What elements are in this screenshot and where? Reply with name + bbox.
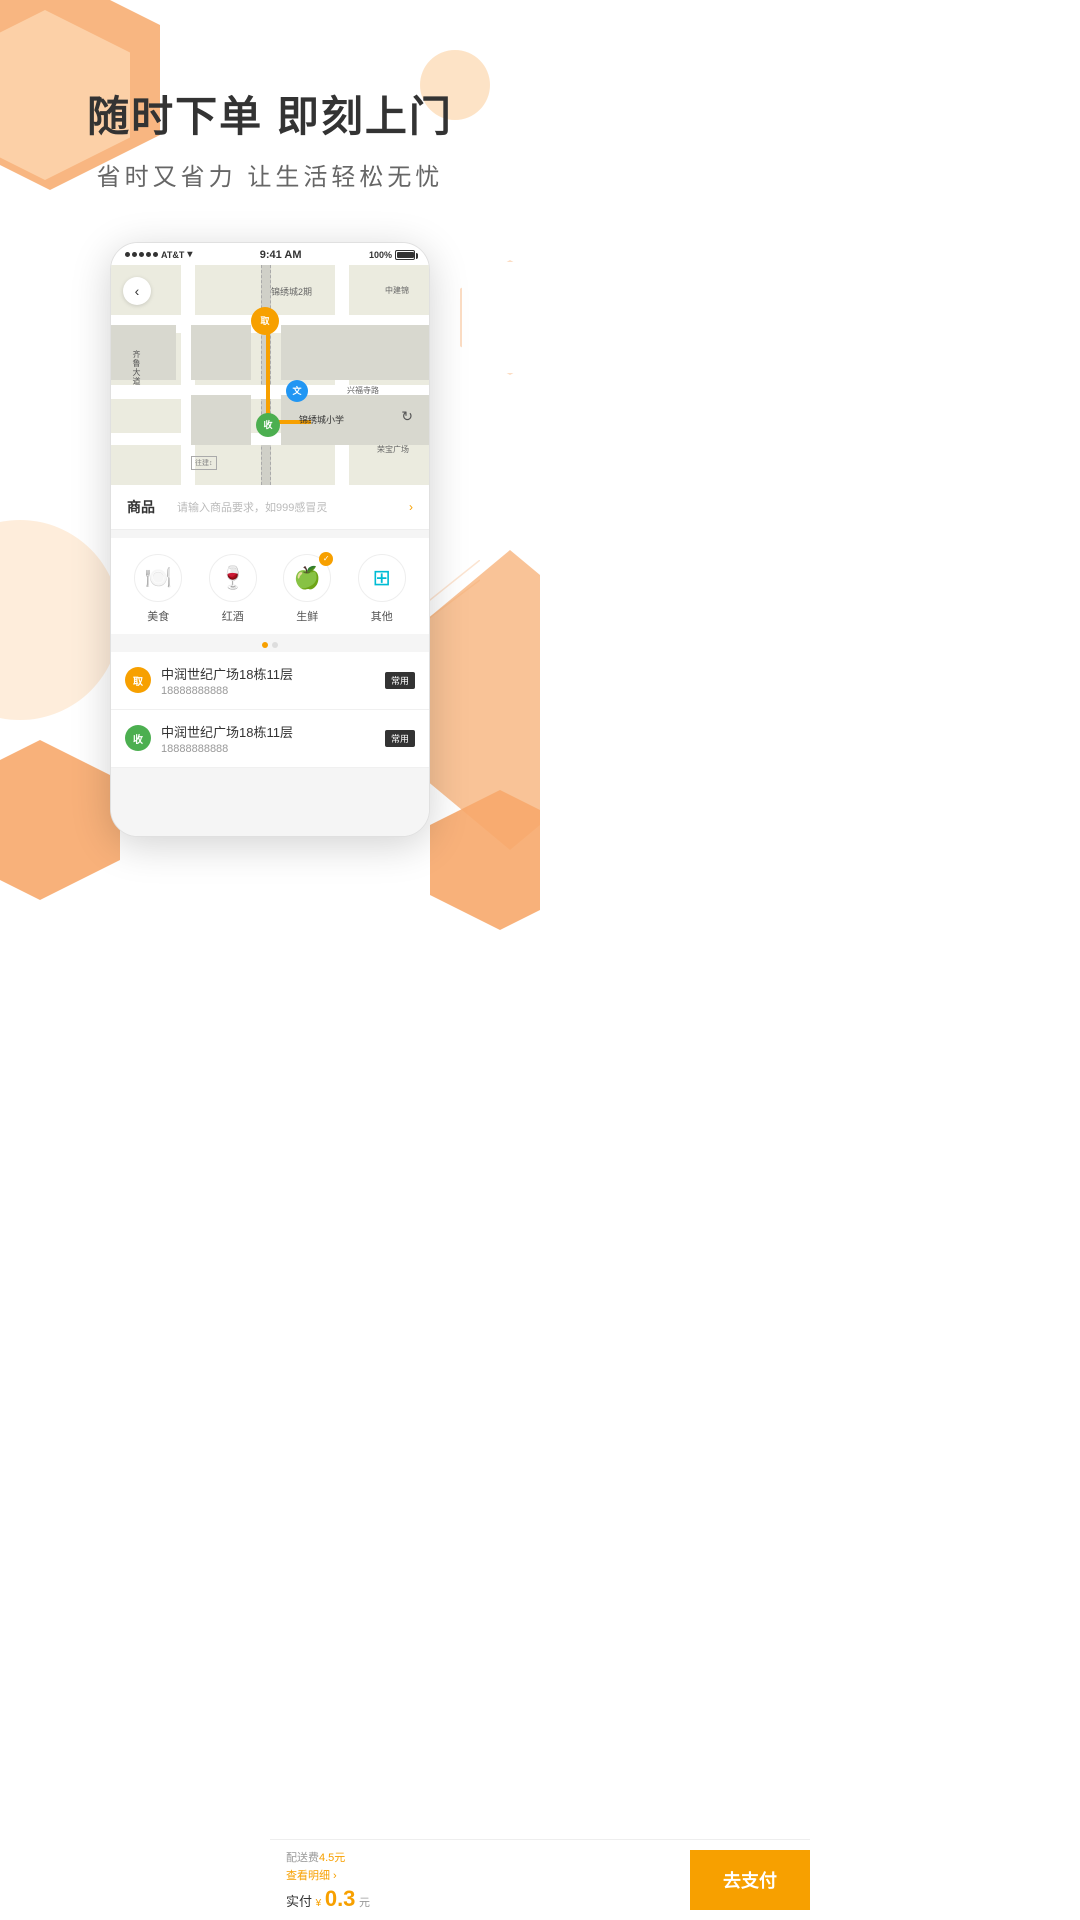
category-hongjiu-label: 红酒 xyxy=(222,608,244,624)
main-content: 随时下单 即刻上门 省时又省力 让生活轻松无忧 AT&T ▾ xyxy=(0,0,540,837)
category-other-icon: ⊞ xyxy=(373,565,391,591)
pickup-pin: 取 xyxy=(251,307,279,335)
pickup-address-main: 中润世纪广场18栋11层 xyxy=(161,664,385,683)
status-time: 9:41 AM xyxy=(260,249,302,261)
status-bar: AT&T ▾ 9:41 AM 100% xyxy=(111,243,429,265)
hero-title: 随时下单 即刻上门 xyxy=(60,90,480,145)
map-block-2 xyxy=(111,325,176,380)
signal-dot-4 xyxy=(146,252,151,257)
status-left: AT&T ▾ xyxy=(125,249,192,260)
map-block-1 xyxy=(191,325,251,380)
category-shengxian[interactable]: 🍏 ✓ 生鲜 xyxy=(277,554,337,624)
category-other[interactable]: ⊞ 其他 xyxy=(352,554,412,624)
signal-dot-1 xyxy=(125,252,130,257)
category-dots xyxy=(111,642,429,652)
delivery-address-info: 中润世纪广场18栋11层 18888888888 xyxy=(161,722,385,755)
back-button[interactable]: ‹ xyxy=(123,277,151,305)
price-number: 0.3 xyxy=(325,1886,356,1911)
map-label-rongbao: 荣宝广场 xyxy=(377,444,409,455)
battery-fill xyxy=(397,252,414,258)
category-shengxian-label: 生鲜 xyxy=(296,608,318,624)
category-meishi-icon: 🍽️ xyxy=(145,565,172,591)
currency-symbol: ¥ xyxy=(316,1898,322,1909)
delivery-common-tag: 常用 xyxy=(385,730,415,747)
route-line-vertical xyxy=(266,323,270,423)
blue-pin: 文 xyxy=(286,380,308,402)
category-hongjiu[interactable]: 🍷 红酒 xyxy=(203,554,263,624)
refresh-button[interactable]: ↻ xyxy=(401,408,413,425)
price-unit: 元 xyxy=(359,1897,370,1909)
detail-link-text: 查看明细 › xyxy=(286,1870,337,1882)
pickup-address-pin: 取 xyxy=(125,667,151,693)
product-label: 商品 xyxy=(127,497,167,517)
map-label-zhongjian: 中建锦 xyxy=(385,285,409,296)
detail-link[interactable]: 查看明细 › xyxy=(286,1866,674,1884)
map-label-wangjian: 往建↕ xyxy=(191,456,217,470)
pickup-address-row[interactable]: 取 中润世纪广场18栋11层 18888888888 常用 xyxy=(111,652,429,710)
phone-mockup-wrapper: AT&T ▾ 9:41 AM 100% xyxy=(0,242,540,837)
pickup-address-phone: 18888888888 xyxy=(161,685,385,697)
category-shengxian-icon: 🍏 xyxy=(294,565,321,591)
pay-button[interactable]: 去支付 xyxy=(690,1850,810,1910)
category-hongjiu-icon-wrap: 🍷 xyxy=(209,554,257,602)
map-label-qilu: 齐鲁大道 xyxy=(131,350,142,386)
pickup-common-tag: 常用 xyxy=(385,672,415,689)
signal-dot-2 xyxy=(132,252,137,257)
card-area: 商品 请输入商品要求，如999感冒灵 › 🍽️ 美食 🍷 xyxy=(111,485,429,836)
category-meishi-label: 美食 xyxy=(147,608,169,624)
category-meishi-icon-wrap: 🍽️ xyxy=(134,554,182,602)
wifi-icon: ▾ xyxy=(187,249,192,260)
bottom-bar: 配送费4.5元 查看明细 › 实付 ¥ 0.3 元 去支付 xyxy=(270,1839,810,1920)
map-block-6 xyxy=(354,395,429,445)
category-other-label: 其他 xyxy=(371,608,393,624)
battery-percent: 100% xyxy=(369,250,392,260)
map-block-3 xyxy=(191,395,251,445)
product-hint: 请输入商品要求，如999感冒灵 xyxy=(177,499,409,515)
status-right: 100% xyxy=(369,250,415,260)
signal-dots xyxy=(125,252,158,257)
hero-subtitle: 省时又省力 让生活轻松无忧 xyxy=(60,157,480,192)
dot-active xyxy=(262,642,268,648)
signal-dot-5 xyxy=(153,252,158,257)
product-input-row[interactable]: 商品 请输入商品要求，如999感冒灵 › xyxy=(111,485,429,530)
carrier-name: AT&T xyxy=(161,250,184,260)
map-label-jinxiu2: 锦绣城2期 xyxy=(271,285,312,298)
delivery-pin: 收 xyxy=(256,413,280,437)
actual-label: 实付 xyxy=(286,1894,312,1909)
phone-mockup: AT&T ▾ 9:41 AM 100% xyxy=(110,242,430,837)
hero-section: 随时下单 即刻上门 省时又省力 让生活轻松无忧 xyxy=(0,0,540,212)
address-section: 取 中润世纪广场18栋11层 18888888888 常用 收 中润世纪广场18… xyxy=(111,652,429,768)
map-label-xingfusi: 兴福寺路 xyxy=(347,385,379,396)
map-block-5 xyxy=(354,325,429,380)
map-area: 锦绣城2期 中建锦 齐鲁大道 锦绣城小学 兴福寺路 荣宝广场 往建↕ 取 收 文 xyxy=(111,265,429,485)
actual-price-row: 实付 ¥ 0.3 元 xyxy=(286,1886,674,1912)
pickup-address-info: 中润世纪广场18栋11层 18888888888 xyxy=(161,664,385,697)
back-icon: ‹ xyxy=(135,283,140,299)
map-label-jinxiu-school: 锦绣城小学 xyxy=(299,413,344,426)
delivery-fee-row: 配送费4.5元 xyxy=(286,1848,674,1866)
category-hongjiu-icon: 🍷 xyxy=(219,565,246,591)
delivery-address-phone: 18888888888 xyxy=(161,743,385,755)
product-arrow-icon: › xyxy=(409,500,413,514)
category-shengxian-icon-wrap: 🍏 ✓ xyxy=(283,554,331,602)
delivery-fee-amount: 4.5元 xyxy=(319,1852,345,1864)
delivery-fee-text: 配送费4.5元 xyxy=(286,1852,345,1864)
category-meishi[interactable]: 🍽️ 美食 xyxy=(128,554,188,624)
delivery-address-row[interactable]: 收 中润世纪广场18栋11层 18888888888 常用 xyxy=(111,710,429,768)
category-shengxian-check: ✓ xyxy=(319,552,333,566)
bottom-info: 配送费4.5元 查看明细 › 实付 ¥ 0.3 元 xyxy=(270,1840,690,1920)
dot-inactive xyxy=(272,642,278,648)
map-block-4 xyxy=(281,325,361,380)
signal-dot-3 xyxy=(139,252,144,257)
delivery-address-pin: 收 xyxy=(125,725,151,751)
delivery-address-main: 中润世纪广场18栋11层 xyxy=(161,722,385,741)
battery-icon xyxy=(395,250,415,260)
category-section: 🍽️ 美食 🍷 红酒 🍏 ✓ xyxy=(111,538,429,634)
category-other-icon-wrap: ⊞ xyxy=(358,554,406,602)
